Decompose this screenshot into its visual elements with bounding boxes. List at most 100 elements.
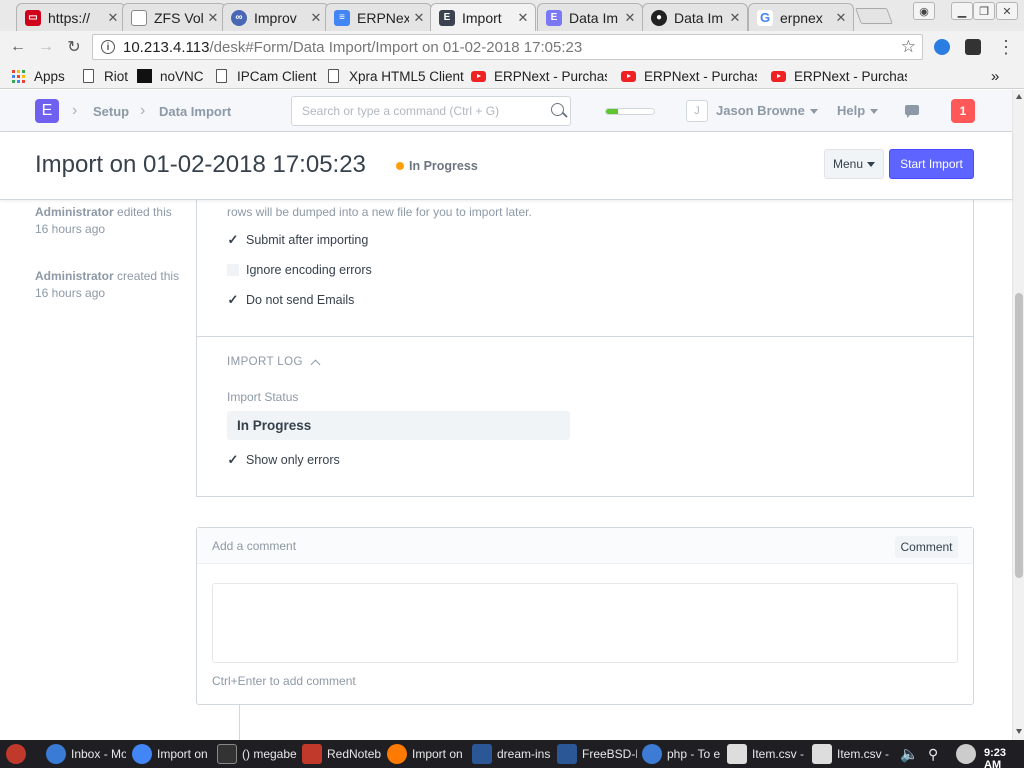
notification-badge[interactable]: 1 (951, 99, 975, 123)
extension-icon[interactable] (934, 39, 950, 55)
bookmarks-overflow-button[interactable]: » (991, 67, 999, 85)
erpnext-logo[interactable]: E (35, 99, 59, 123)
new-tab-button[interactable] (855, 8, 893, 24)
browser-tab-2[interactable]: ZFS Vol ✕ (122, 3, 226, 31)
taskbar-item[interactable]: Item.csv - (812, 742, 892, 766)
comment-hint: Ctrl+Enter to add comment (212, 674, 356, 688)
user-menu[interactable]: Jason Browne (716, 103, 818, 118)
avatar[interactable]: J (686, 100, 708, 122)
comment-input[interactable] (212, 583, 958, 663)
close-icon[interactable]: ✕ (107, 10, 119, 26)
close-window-icon[interactable]: ✕ (996, 2, 1018, 20)
timeline-user[interactable]: Administrator (35, 269, 114, 283)
start-import-button[interactable]: Start Import (889, 149, 974, 179)
browser-tab-8[interactable]: G erpnex ✕ (748, 3, 854, 31)
bookmark-erpnext-3[interactable]: ERPNext - Purchas (771, 67, 907, 85)
taskbar-item[interactable]: php - To e (642, 742, 722, 766)
link-icon: ∞ (231, 9, 247, 26)
page-scrollbar[interactable] (1012, 90, 1024, 740)
taskbar-label: Import on (157, 747, 208, 761)
taskbar-item[interactable]: Item.csv - (727, 742, 807, 766)
bookmark-ipcam[interactable]: IPCam Client (213, 67, 317, 85)
extension-puzzle-icon[interactable] (965, 39, 981, 55)
taskbar-item[interactable]: Inbox - Mo (46, 742, 126, 766)
bookmark-erpnext-1[interactable]: ERPNext - Purchas (471, 67, 607, 85)
search-placeholder: Search or type a command (Ctrl + G) (302, 104, 500, 118)
close-icon[interactable]: ✕ (624, 10, 636, 26)
restore-icon[interactable]: ❐ (973, 2, 995, 20)
bookmark-erpnext-2[interactable]: ERPNext - Purchas (621, 67, 757, 85)
reload-icon[interactable]: ↻ (64, 37, 84, 57)
realtime-progress-bar (605, 108, 655, 115)
bookmark-apps[interactable]: Apps (10, 67, 65, 85)
checkbox-label: Ignore encoding errors (246, 263, 372, 277)
submit-after-importing-checkbox[interactable]: ✓ Submit after importing (227, 232, 369, 247)
weather-icon[interactable] (956, 742, 982, 766)
network-icon[interactable]: ⚲ (928, 742, 948, 766)
back-arrow-icon[interactable]: ← (8, 37, 28, 57)
browser-tab-6[interactable]: E Data Im ✕ (537, 3, 643, 31)
import-log-section-toggle[interactable]: IMPORT LOG (227, 356, 321, 369)
start-menu-button[interactable] (6, 742, 36, 766)
file-icon (812, 744, 832, 764)
status-indicator: In Progress (396, 159, 478, 173)
bookmark-label: ERPNext - Purchas (794, 68, 907, 84)
menu-button[interactable]: Menu (824, 149, 884, 179)
volume-icon[interactable]: 🔈 (900, 742, 920, 766)
do-not-send-emails-checkbox[interactable]: ✓ Do not send Emails (227, 292, 355, 307)
taskbar-item[interactable]: FreeBSD-E (557, 742, 637, 766)
taskbar-item[interactable]: () megabe (217, 742, 297, 766)
timeline-time: 16 hours ago (35, 286, 106, 300)
tab-label: Import (462, 9, 502, 26)
show-only-errors-checkbox[interactable]: ✓ Show only errors (227, 452, 340, 467)
browser-tab-1[interactable]: ▭ https:// ✕ (16, 3, 126, 31)
scrollbar-thumb[interactable] (1015, 293, 1023, 578)
freebsd-icon (6, 744, 26, 764)
breadcrumb-data-import[interactable]: Data Import (159, 104, 231, 119)
minimize-icon[interactable]: ▁ (951, 2, 973, 20)
checkmark-icon: ✓ (227, 452, 239, 467)
taskbar-item[interactable]: RedNoteb (302, 742, 382, 766)
bookmark-label: Riot (104, 68, 129, 84)
taskbar-label: FreeBSD-E (582, 747, 637, 761)
forward-arrow-icon[interactable]: → (36, 37, 56, 57)
close-icon[interactable]: ✕ (729, 10, 741, 26)
timeline-user[interactable]: Administrator (35, 205, 114, 219)
close-icon[interactable]: ✕ (517, 10, 529, 26)
comment-button[interactable]: Comment (895, 536, 958, 558)
bookmark-novnc[interactable]: noVNC (136, 67, 204, 85)
bookmark-label: noVNC (160, 68, 204, 84)
bookmark-riot[interactable]: Riot (80, 67, 128, 85)
scroll-up-icon[interactable] (1016, 94, 1022, 99)
close-icon[interactable]: ✕ (207, 10, 219, 26)
field-description: rows will be dumped into a new file for … (227, 205, 532, 219)
checkbox-label: Submit after importing (246, 233, 369, 247)
profile-icon[interactable]: ◉ (913, 2, 935, 20)
bookmark-xpra[interactable]: Xpra HTML5 Client (325, 67, 464, 85)
page-title: Import on 01-02-2018 17:05:23 (35, 151, 366, 178)
taskbar-label: () megabe (242, 747, 297, 761)
document-editor-icon (472, 744, 492, 764)
breadcrumb-setup[interactable]: Setup (93, 104, 129, 119)
browser-tab-7[interactable]: ● Data Im ✕ (642, 3, 748, 31)
timeline-entry: Administrator edited this 16 hours ago (35, 204, 172, 238)
chat-icon[interactable] (905, 105, 919, 118)
close-icon[interactable]: ✕ (835, 10, 847, 26)
taskbar-item[interactable]: Import on (387, 742, 467, 766)
help-menu[interactable]: Help (837, 103, 879, 118)
checkmark-icon: ✓ (227, 292, 239, 307)
awesomebar-search-input[interactable]: Search or type a command (Ctrl + G) (291, 96, 571, 126)
bookmark-star-icon[interactable]: ☆ (901, 37, 916, 57)
ignore-encoding-errors-checkbox[interactable]: Ignore encoding errors (227, 263, 372, 277)
browser-tab-5[interactable]: E Import ✕ (430, 3, 536, 31)
menu-dots-icon[interactable]: ⋮ (996, 37, 1016, 57)
info-icon[interactable]: i (101, 40, 115, 54)
taskbar-item[interactable]: Import on (132, 742, 212, 766)
close-icon[interactable]: ✕ (413, 10, 425, 26)
taskbar-item[interactable]: dream-ins (472, 742, 552, 766)
address-bar[interactable]: i 10.213.4.113/desk#Form/Data Import/Imp… (92, 34, 923, 60)
browser-tab-4[interactable]: ≡ ERPNex ✕ (325, 3, 432, 31)
scroll-down-icon[interactable] (1016, 729, 1022, 734)
close-icon[interactable]: ✕ (310, 10, 322, 26)
browser-tab-3[interactable]: ∞ Improv ✕ (222, 3, 329, 31)
